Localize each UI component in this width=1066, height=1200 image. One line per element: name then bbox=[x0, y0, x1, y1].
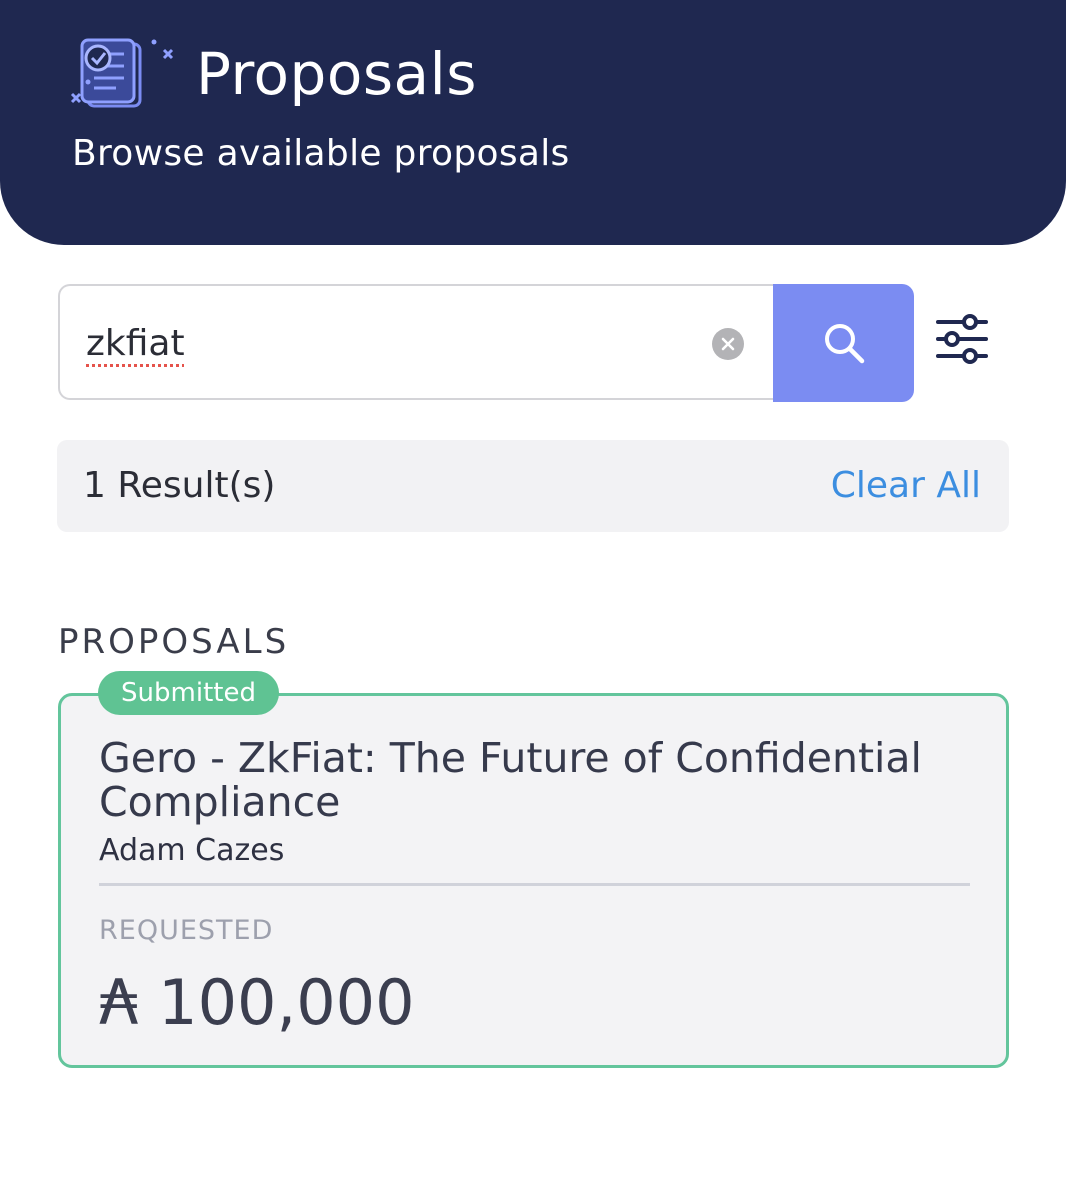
section-title: PROPOSALS bbox=[58, 622, 290, 662]
search-input-value[interactable]: zkfiat bbox=[86, 322, 185, 366]
clear-search-button[interactable] bbox=[712, 328, 744, 360]
results-count: 1 Result(s) bbox=[83, 465, 276, 506]
proposal-card[interactable]: Gero - ZkFiat: The Future of Confidentia… bbox=[58, 693, 1009, 1068]
requested-amount: ₳ 100,000 bbox=[99, 966, 415, 1039]
search-button[interactable] bbox=[773, 284, 914, 402]
requested-label: REQUESTED bbox=[99, 915, 274, 946]
page-subtitle: Browse available proposals bbox=[72, 133, 570, 174]
status-badge: Submitted bbox=[98, 671, 279, 715]
proposals-document-icon bbox=[70, 38, 174, 108]
results-bar: 1 Result(s) Clear All bbox=[57, 440, 1009, 532]
page-title: Proposals bbox=[196, 40, 477, 108]
proposal-title: Gero - ZkFiat: The Future of Confidentia… bbox=[99, 734, 922, 826]
page-header: Proposals Browse available proposals bbox=[0, 0, 1066, 245]
proposal-author: Adam Cazes bbox=[99, 833, 285, 868]
card-divider bbox=[99, 883, 970, 886]
magnifier-icon bbox=[824, 324, 864, 364]
sliders-filter-icon[interactable] bbox=[934, 314, 990, 364]
clear-circle-icon bbox=[721, 337, 735, 351]
clear-all-link[interactable]: Clear All bbox=[831, 464, 981, 508]
search-input[interactable]: zkfiat bbox=[58, 284, 774, 400]
